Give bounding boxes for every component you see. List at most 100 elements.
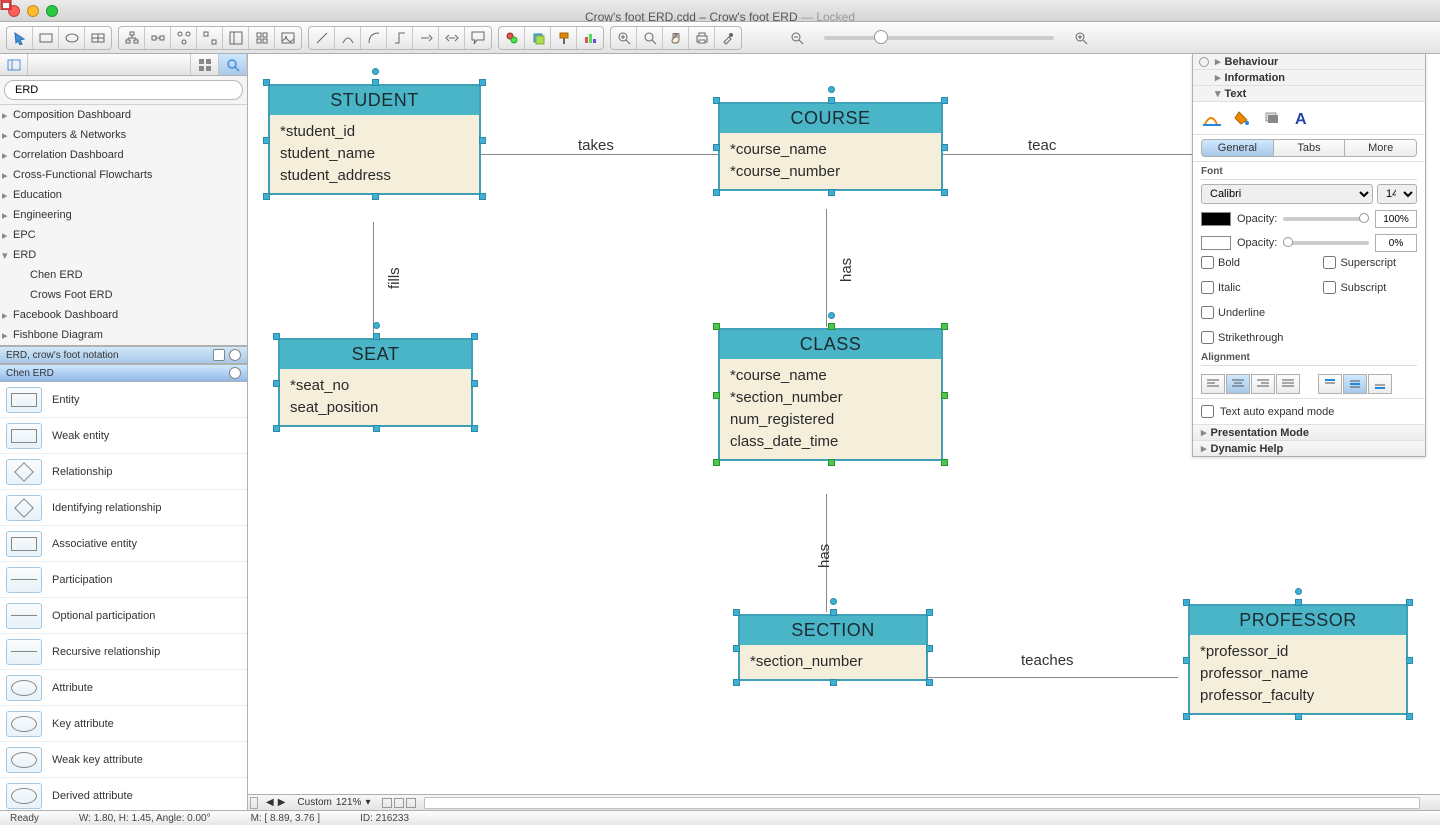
bg-color-swatch[interactable]	[1201, 236, 1231, 250]
shape-row[interactable]: Weak entity	[0, 418, 247, 454]
swimlane-tool[interactable]	[223, 27, 249, 49]
page-nav-first[interactable]	[250, 797, 258, 809]
zoom-tool[interactable]	[637, 27, 663, 49]
inspector-information-row[interactable]: ▸Information	[1193, 70, 1425, 86]
stencil-close-icon[interactable]	[229, 349, 241, 361]
shape-row[interactable]: Recursive relationship	[0, 634, 247, 670]
stencil-header-crowsfoot[interactable]: ERD, crow's foot notation	[0, 346, 247, 364]
zoom-out-icon[interactable]	[784, 27, 810, 49]
dynamic-help-row[interactable]: ▸Dynamic Help	[1193, 440, 1425, 456]
arrow-tool[interactable]	[413, 27, 439, 49]
text-color-swatch[interactable]	[1201, 212, 1231, 226]
tree-item[interactable]: ▸Engineering	[0, 205, 247, 225]
themes-tool[interactable]	[577, 27, 603, 49]
entity-section[interactable]: SECTION*section_number	[738, 614, 928, 681]
entity-course[interactable]: COURSE*course_name*course_number	[718, 102, 943, 191]
ellipse-tool[interactable]	[59, 27, 85, 49]
layers-tool[interactable]	[525, 27, 551, 49]
tab-tabs[interactable]: Tabs	[1274, 139, 1346, 157]
print-tool[interactable]	[689, 27, 715, 49]
entity-seat[interactable]: SEAT*seat_noseat_position	[278, 338, 473, 427]
shape-row[interactable]: Relationship	[0, 454, 247, 490]
font-name-select[interactable]: Calibri	[1201, 184, 1373, 204]
inspector-behaviour-row[interactable]: ▸Behaviour	[1193, 54, 1425, 70]
double-arrow-tool[interactable]	[439, 27, 465, 49]
connector-teaches[interactable]	[928, 677, 1178, 678]
line-tool[interactable]	[309, 27, 335, 49]
shape-row[interactable]: Participation	[0, 562, 247, 598]
align-right-button[interactable]	[1251, 374, 1275, 394]
smart-connector-tool[interactable]	[387, 27, 413, 49]
shape-row[interactable]: Key attribute	[0, 706, 247, 742]
stencil-close-icon[interactable]	[229, 367, 241, 379]
page-thumb-3[interactable]	[406, 798, 416, 808]
tree-item[interactable]: ▸EPC	[0, 225, 247, 245]
tree-item[interactable]: ▸Fishbone Diagram	[0, 325, 247, 345]
shape-row[interactable]: Optional participation	[0, 598, 247, 634]
align-center-button[interactable]	[1226, 374, 1250, 394]
shape-row[interactable]: Weak key attribute	[0, 742, 247, 778]
styles-tool[interactable]	[499, 27, 525, 49]
page-thumb-2[interactable]	[394, 798, 404, 808]
tree-tool[interactable]	[119, 27, 145, 49]
pointer-tool[interactable]	[7, 27, 33, 49]
tree-item-child[interactable]: Chen ERD	[0, 265, 247, 285]
h-scrollbar[interactable]	[424, 797, 1420, 809]
strike-checkbox[interactable]: Strikethrough	[1201, 331, 1283, 344]
text-opacity-input[interactable]	[1375, 210, 1417, 228]
table-tool[interactable]	[85, 27, 111, 49]
nav-prev-icon[interactable]: ◀	[266, 797, 274, 808]
tab-general[interactable]: General	[1201, 139, 1274, 157]
shape-row[interactable]: Attribute	[0, 670, 247, 706]
stencil-save-icon[interactable]	[213, 349, 225, 361]
underline-checkbox[interactable]: Underline	[1201, 306, 1283, 319]
bg-opacity-slider[interactable]	[1283, 241, 1369, 245]
shape-row[interactable]: Associative entity	[0, 526, 247, 562]
italic-checkbox[interactable]: Italic	[1201, 281, 1283, 294]
hand-tool[interactable]	[663, 27, 689, 49]
grid-tool[interactable]	[249, 27, 275, 49]
tree-item[interactable]: ▸Composition Dashboard	[0, 105, 247, 125]
connector-fills[interactable]	[373, 222, 374, 338]
stencil-header-chen[interactable]: Chen ERD	[0, 364, 247, 382]
valign-bottom-button[interactable]	[1368, 374, 1392, 394]
subscript-checkbox[interactable]: Subscript	[1323, 281, 1396, 294]
bold-checkbox[interactable]: Bold	[1201, 256, 1283, 269]
text-opacity-slider[interactable]	[1283, 217, 1369, 221]
valign-top-button[interactable]	[1318, 374, 1342, 394]
zoom-in-tool[interactable]	[611, 27, 637, 49]
rect-tool[interactable]	[33, 27, 59, 49]
zoom-slider[interactable]	[824, 36, 1054, 40]
library-search-input[interactable]	[4, 80, 243, 100]
tree-item-child[interactable]: Crows Foot ERD	[0, 285, 247, 305]
grid-view-tab[interactable]	[191, 54, 219, 75]
connector-has1[interactable]	[826, 209, 827, 327]
shape-row[interactable]: Identifying relationship	[0, 490, 247, 526]
chain-tool[interactable]	[145, 27, 171, 49]
entity-student[interactable]: STUDENT*student_idstudent_namestudent_ad…	[268, 84, 481, 195]
paint-tool[interactable]	[551, 27, 577, 49]
entity-professor[interactable]: PROFESSOR*professor_idprofessor_nameprof…	[1188, 604, 1408, 715]
eyedropper-tool[interactable]	[715, 27, 741, 49]
text-style-icon[interactable]: A	[1291, 108, 1313, 128]
font-size-select[interactable]: 14	[1377, 184, 1417, 204]
shadow-icon[interactable]	[1261, 108, 1283, 128]
tree-item[interactable]: ▾ERD	[0, 245, 247, 265]
library-tab[interactable]	[0, 54, 28, 75]
superscript-checkbox[interactable]: Superscript	[1323, 256, 1396, 269]
tree-item[interactable]: ▸Computers & Networks	[0, 125, 247, 145]
auto-expand-row[interactable]: Text auto expand mode	[1193, 398, 1425, 424]
branch-tool[interactable]	[171, 27, 197, 49]
fill-color-icon[interactable]	[1231, 108, 1253, 128]
tab-more[interactable]: More	[1345, 139, 1417, 157]
page-thumb-1[interactable]	[382, 798, 392, 808]
callout-tool[interactable]	[465, 27, 491, 49]
tree-item[interactable]: ▸Education	[0, 185, 247, 205]
valign-middle-button[interactable]	[1343, 374, 1367, 394]
shape-row[interactable]: Derived attribute	[0, 778, 247, 810]
align-left-button[interactable]	[1201, 374, 1225, 394]
presentation-mode-row[interactable]: ▸Presentation Mode	[1193, 424, 1425, 440]
align-justify-button[interactable]	[1276, 374, 1300, 394]
curve-tool[interactable]	[335, 27, 361, 49]
inspector-text-row[interactable]: ▾Text	[1193, 86, 1425, 102]
